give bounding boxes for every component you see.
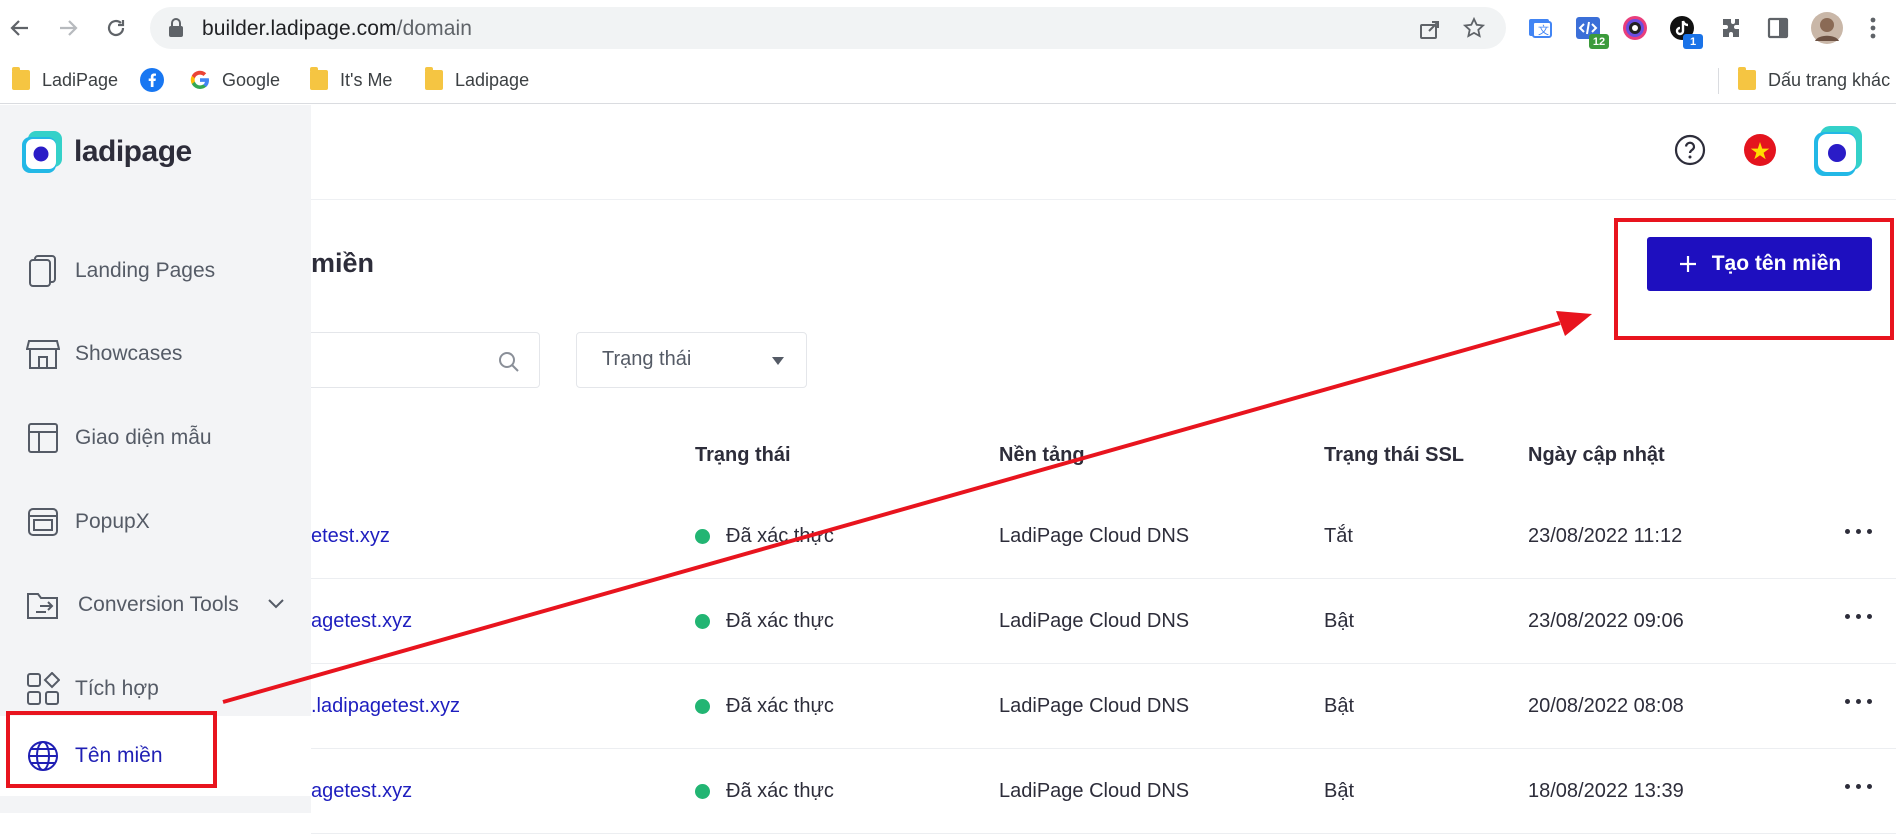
annotation-arrow [222,311,1592,704]
